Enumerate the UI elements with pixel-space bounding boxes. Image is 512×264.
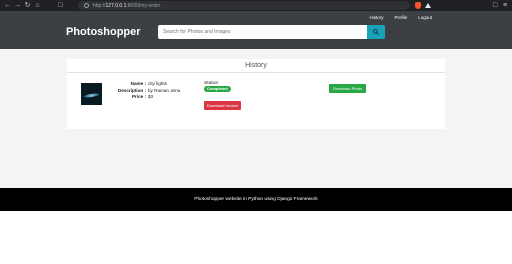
brand-logo[interactable]: Photoshopper [66,26,141,38]
home-icon[interactable]: ⌂ [33,1,42,10]
download-photo-button[interactable]: Download Photo [329,84,366,93]
browser-toolbar: ← → ↻ ⌂ □ http://127.0.0.1:8000/my-order… [0,0,512,11]
status-badge: Completed [204,86,231,92]
download-invoice-button[interactable]: Download Invoice [204,101,241,110]
address-bar[interactable]: http://127.0.0.1:8000/my-order [78,1,410,10]
search-bar [158,25,385,39]
nav-link-logout[interactable]: Logout [418,15,432,20]
extensions-icon[interactable]: □ [493,1,497,10]
nav-link-history[interactable]: History [369,15,383,20]
forward-icon[interactable]: → [13,1,22,10]
lock-icon [84,3,89,8]
search-button[interactable] [367,25,385,39]
site-footer: Photoshopper website in Python using Dja… [0,188,512,211]
site-header: History Profile Logout Photoshopper [0,11,512,49]
bookmark-icon[interactable]: □ [56,1,65,10]
nav-link-profile[interactable]: Profile [394,15,407,20]
page-title: History [67,59,445,73]
order-details: Name : city lights Description : by Rama… [107,81,207,101]
footer-text: Photoshopper website in Python using Dja… [194,197,318,202]
order-price: Price : $3 [131,94,154,99]
url-text: http://127.0.0.1:8000/my-order [93,2,161,9]
rewards-icon[interactable] [425,3,431,8]
history-card: History Name : city lights Description :… [67,59,445,129]
search-input[interactable] [158,25,367,39]
back-icon[interactable]: ← [3,1,12,10]
page-bottom [0,211,512,264]
photo-thumbnail[interactable] [81,83,102,105]
search-icon [373,29,379,35]
reload-icon[interactable]: ↻ [23,1,32,10]
menu-icon[interactable]: ≡ [503,1,507,10]
brave-shield-icon[interactable] [415,2,421,9]
top-nav: History Profile Logout [369,15,432,20]
